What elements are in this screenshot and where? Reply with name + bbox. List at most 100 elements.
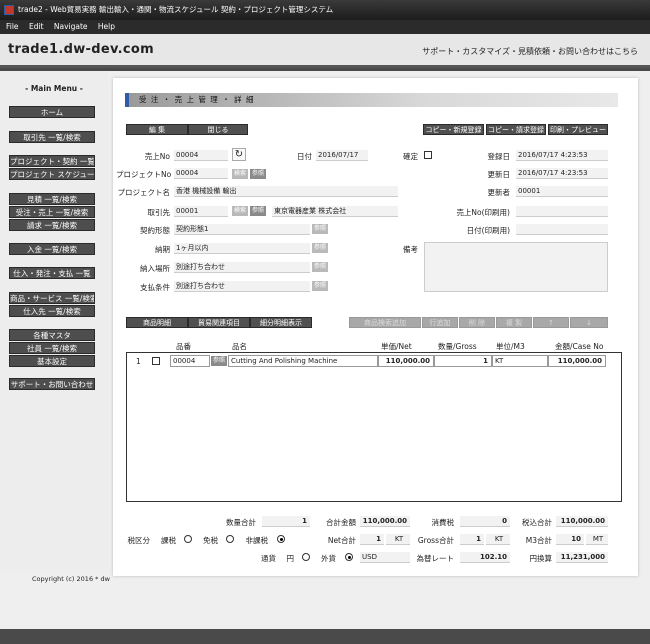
currency-label: 通貨 [261, 554, 276, 563]
net-label: Net合計 [327, 536, 356, 545]
support-link[interactable]: サポート・カスタマイズ・見積依頼・お問い合わせはこちら [422, 46, 638, 57]
print-preview-button[interactable]: 印刷・プレビュー [548, 124, 608, 135]
sales-print-label: 売上No(印刷用) [456, 208, 510, 217]
yen-radio[interactable] [302, 553, 310, 561]
net-unit: KT [386, 534, 410, 545]
row-code[interactable]: 00004 [170, 355, 210, 367]
currency-value[interactable]: USD [360, 552, 410, 563]
sidebar-item-home[interactable]: ホーム [9, 106, 95, 118]
exempt-radio[interactable] [226, 535, 234, 543]
search-add-button[interactable]: 商品検索追加 [349, 317, 421, 328]
delete-button[interactable]: 削 除 [459, 317, 495, 328]
tab-trade-items[interactable]: 貿易関連項目 [188, 317, 250, 328]
exempt-label: 免税 [203, 536, 218, 545]
sidebar-item-schedule[interactable]: プロジェクト スケジュール [9, 168, 95, 180]
close-button[interactable]: 閉じる [188, 124, 248, 135]
remarks-textarea[interactable] [424, 242, 608, 292]
sidebar-item-suppliers[interactable]: 仕入先 一覧/検索 [9, 305, 95, 317]
sidebar-item-payments[interactable]: 入金 一覧/検索 [9, 243, 95, 255]
contract-label: 契約形態 [140, 226, 170, 235]
client-search-button[interactable]: 検索 [232, 206, 249, 216]
project-name-value: 香港 機械設備 輸出 [174, 186, 398, 197]
header-price: 単価/Net [381, 342, 412, 351]
copyright: Copyright (c) 2016 * dw [32, 575, 110, 583]
row-amount[interactable]: 110,000.00 [548, 355, 606, 367]
delivery-ref-button[interactable]: 参照 [312, 243, 329, 253]
sidebar-item-orders[interactable]: 受注・売上 一覧/検索 [9, 206, 95, 218]
row-number: 1 [136, 357, 141, 366]
remarks-label: 備考 [403, 245, 418, 254]
reg-date-value: 2016/07/17 4:23:53 [516, 150, 608, 161]
project-no-label: プロジェクトNo [116, 170, 172, 179]
sum-value: 110,000.00 [360, 516, 410, 527]
tax-label: 消費税 [431, 518, 455, 527]
payment-ref-button[interactable]: 参照 [312, 281, 329, 291]
row-name[interactable]: Cutting And Polishing Machine [228, 355, 378, 367]
main-menu-title: - Main Menu - [25, 84, 83, 93]
row-qty[interactable]: 1 [434, 355, 492, 367]
gross-unit: KT [486, 534, 510, 545]
project-search-button[interactable]: 検索 [232, 169, 249, 179]
tab-item-detail[interactable]: 商品明細 [126, 317, 188, 328]
sidebar-item-invoices[interactable]: 請求 一覧/検索 [9, 219, 95, 231]
sidebar-item-purchases[interactable]: 仕入・発注・支払 一覧 [9, 267, 95, 279]
date-field[interactable]: 2016/07/17 [316, 150, 368, 161]
confirm-checkbox[interactable] [424, 151, 432, 159]
menu-help[interactable]: Help [98, 22, 115, 31]
row-unit[interactable]: KT [492, 355, 548, 367]
place-ref-button[interactable]: 参照 [312, 262, 329, 272]
sidebar-item-clients[interactable]: 取引先 一覧/検索 [9, 131, 95, 143]
date-print-label: 日付(印刷用) [466, 226, 510, 235]
project-ref-button[interactable]: 参照 [250, 169, 267, 179]
sidebar [0, 71, 108, 571]
move-up-button[interactable]: ↑ [533, 317, 569, 328]
upd-date-value: 2016/07/17 4:23:53 [516, 168, 608, 179]
sales-no-label: 売上No [144, 152, 170, 161]
menu-edit[interactable]: Edit [29, 22, 44, 31]
rate-value: 102.10 [460, 552, 510, 563]
edit-button[interactable]: 編 集 [126, 124, 188, 135]
taxable-radio[interactable] [184, 535, 192, 543]
nontax-radio[interactable] [277, 535, 285, 543]
add-row-button[interactable]: 行追加 [422, 317, 458, 328]
payment-label: 支払条件 [140, 283, 170, 292]
move-down-button[interactable]: ↓ [570, 317, 608, 328]
nontax-label: 非課税 [245, 536, 269, 545]
menu-navigate[interactable]: Navigate [54, 22, 88, 31]
sidebar-item-support[interactable]: サポート・お問い合わせ [9, 378, 95, 390]
client-no-value: 00001 [174, 206, 228, 217]
delivery-label: 納期 [155, 245, 170, 254]
row-price[interactable]: 110,000.00 [378, 355, 434, 367]
menu-file[interactable]: File [6, 22, 19, 31]
refresh-icon[interactable]: ↻ [232, 148, 246, 161]
header-unit: 単位/M3 [496, 342, 525, 351]
menu-bar: File Edit Navigate Help [0, 20, 650, 34]
taxin-value: 110,000.00 [556, 516, 608, 527]
items-table [126, 352, 622, 502]
date-print-field[interactable] [516, 224, 608, 235]
sidebar-item-settings[interactable]: 基本設定 [9, 355, 95, 367]
contract-ref-button[interactable]: 参照 [312, 224, 329, 234]
qty-total-label: 数量合計 [226, 518, 256, 527]
sidebar-item-projects[interactable]: プロジェクト・契約 一覧 [9, 155, 95, 167]
copy-invoice-button[interactable]: コピー・請求登録 [486, 124, 546, 135]
sidebar-item-quotes[interactable]: 見積 一覧/検索 [9, 193, 95, 205]
yen-label: 円 [286, 554, 295, 563]
tab-subtotal[interactable]: 細分明細表示 [250, 317, 312, 328]
updater-value: 00001 [516, 186, 608, 197]
sidebar-item-staff[interactable]: 社員 一覧/検索 [9, 342, 95, 354]
sidebar-item-products[interactable]: 商品・サービス 一覧/検索 [9, 292, 95, 304]
sales-print-field[interactable] [516, 206, 608, 217]
row-ref-button[interactable]: 参照 [211, 356, 228, 366]
copy-new-button[interactable]: コピー・新規登録 [423, 124, 484, 135]
row-checkbox[interactable] [152, 357, 160, 365]
tax-type-label: 税区分 [127, 536, 151, 545]
place-label: 納入場所 [140, 264, 170, 273]
confirm-label: 確定 [403, 152, 418, 161]
foreign-radio[interactable] [345, 553, 353, 561]
client-ref-button[interactable]: 参照 [250, 206, 267, 216]
sidebar-item-masters[interactable]: 各種マスタ [9, 329, 95, 341]
site-title[interactable]: trade1.dw-dev.com [8, 42, 154, 57]
duplicate-button[interactable]: 複 製 [496, 317, 532, 328]
m3-label: M3合計 [525, 536, 552, 545]
